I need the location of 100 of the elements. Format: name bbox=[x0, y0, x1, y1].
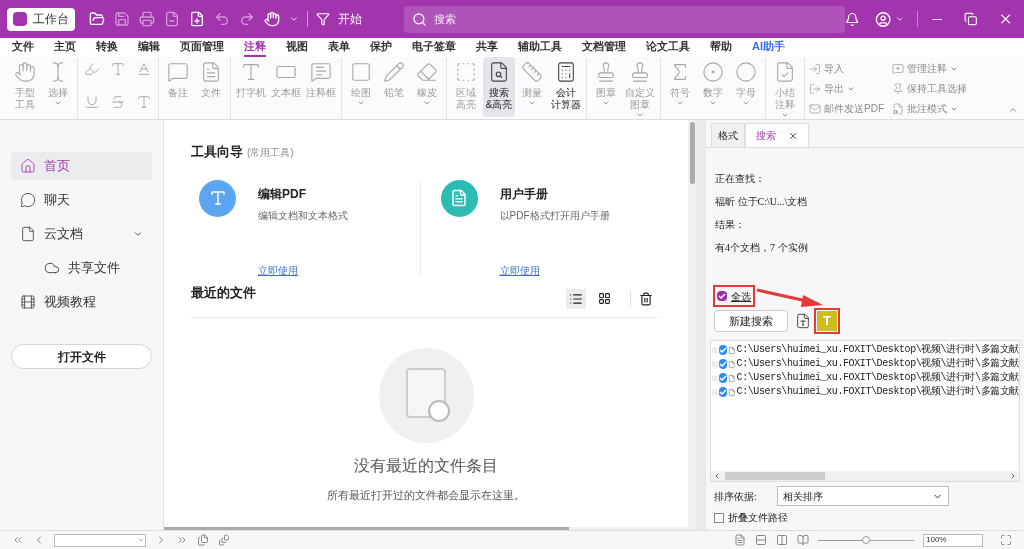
collapse-paths-checkbox[interactable]: 折叠文件路径 bbox=[706, 510, 1024, 525]
checkbox-icon[interactable] bbox=[719, 345, 728, 355]
first-page-icon[interactable] bbox=[12, 534, 24, 546]
empty-title: 没有最近的文件条目 bbox=[354, 455, 498, 476]
fullscreen-icon[interactable] bbox=[1000, 534, 1012, 546]
card-description: 以PDF格式打开用户手册 bbox=[499, 208, 610, 223]
caret-icon[interactable] bbox=[289, 14, 299, 24]
menu-tab[interactable]: 论文工具 bbox=[646, 38, 690, 57]
search-info-text: 有4个文档，7 个实例 bbox=[715, 241, 809, 255]
ribbon-tool[interactable]: 搜索 &高亮 bbox=[483, 57, 515, 117]
sort-label: 排序依据: bbox=[714, 489, 757, 504]
menu-tab[interactable]: 页面管理 bbox=[180, 38, 224, 57]
sort-dropdown[interactable]: 相关排序 bbox=[776, 486, 949, 506]
use-now-link[interactable]: 立即使用 bbox=[499, 262, 610, 278]
text-markup-icon[interactable] bbox=[110, 61, 126, 77]
collapse-icon[interactable] bbox=[1008, 105, 1018, 115]
sidebar-item[interactable]: 共享文件 bbox=[11, 254, 152, 282]
zoom-field[interactable]: 100% bbox=[923, 533, 983, 547]
funnel-icon bbox=[315, 12, 330, 26]
menu-tab[interactable]: 主页 bbox=[54, 38, 76, 57]
scroll-left-icon[interactable] bbox=[713, 472, 721, 480]
ribbon-small-tool[interactable]: 批注模式 bbox=[892, 99, 967, 118]
open-file-button[interactable]: 打开文件 bbox=[11, 344, 152, 369]
ribbon-small-tool[interactable]: 导入 bbox=[809, 59, 884, 78]
document-icon bbox=[20, 226, 36, 242]
trash-icon[interactable] bbox=[639, 291, 653, 306]
result-path[interactable]: C:\Users\huimei_xu.FOXIT\Desktop\视频\进行时\多篇文献 bbox=[736, 372, 1019, 384]
menu-tab[interactable]: AI助手 bbox=[752, 38, 785, 57]
menu-tab[interactable]: 电子签章 bbox=[412, 38, 456, 57]
stamp-icon bbox=[595, 61, 617, 83]
ribbon-small-tool[interactable]: 保持工具选择 bbox=[892, 79, 967, 98]
menu-tab[interactable]: 转换 bbox=[96, 38, 118, 57]
avatar-icon[interactable] bbox=[875, 10, 892, 28]
caret-icon bbox=[357, 99, 365, 107]
dashed-square-icon bbox=[455, 61, 477, 83]
scroll-thumb[interactable] bbox=[725, 472, 825, 480]
menu-tab[interactable]: 帮助 bbox=[710, 38, 732, 57]
panel-tab[interactable]: 格式 bbox=[711, 123, 745, 147]
last-page-icon[interactable] bbox=[176, 534, 188, 546]
sidebar-item[interactable]: 云文档 bbox=[11, 220, 152, 248]
pages-icon[interactable] bbox=[218, 534, 230, 546]
continuous-icon[interactable] bbox=[755, 534, 767, 546]
select-all-checkbox[interactable]: 全选 bbox=[713, 285, 755, 307]
list-view-button[interactable] bbox=[566, 288, 586, 309]
page-field[interactable] bbox=[54, 533, 146, 547]
use-now-link[interactable]: 立即使用 bbox=[258, 262, 348, 278]
sidebar-item[interactable]: 首页 bbox=[11, 152, 152, 180]
restore-icon[interactable] bbox=[964, 12, 978, 26]
new-search-button[interactable]: 新建搜索 bbox=[714, 310, 788, 332]
home-icon bbox=[20, 158, 36, 174]
result-path[interactable]: C:\Users\huimei_xu.FOXIT\Desktop\视频\进行时\多篇文献 bbox=[736, 386, 1019, 398]
two-page-icon[interactable] bbox=[776, 534, 788, 546]
comment-box-icon bbox=[310, 61, 332, 83]
hand-icon[interactable] bbox=[264, 11, 280, 27]
scroll-right-icon[interactable] bbox=[1009, 472, 1017, 480]
text-markup-icon[interactable] bbox=[136, 61, 152, 77]
menu-tab[interactable]: 辅助工具 bbox=[518, 38, 562, 57]
ribbon-small-tool[interactable]: 管理注释 bbox=[892, 59, 967, 78]
sidebar-item[interactable]: 视频教程 bbox=[11, 288, 152, 316]
result-path[interactable]: C:\Users\huimei_xu.FOXIT\Desktop\视频\进行时\多篇文献 bbox=[736, 358, 1019, 370]
text-markup-icon[interactable] bbox=[84, 94, 100, 110]
menu-tab[interactable]: 共享 bbox=[476, 38, 498, 57]
search-info-text: 正在查找： bbox=[715, 172, 766, 186]
section-title: 最近的文件 bbox=[191, 283, 257, 302]
pages-icon[interactable] bbox=[197, 534, 209, 546]
start-button[interactable]: 开始 bbox=[315, 10, 362, 28]
checkbox-icon[interactable] bbox=[719, 387, 728, 397]
menu-tab[interactable]: 保护 bbox=[370, 38, 392, 57]
book-icon[interactable] bbox=[797, 534, 809, 546]
bell-icon[interactable] bbox=[844, 11, 860, 27]
text-markup-icon[interactable] bbox=[84, 61, 100, 77]
document-search-icon bbox=[488, 61, 510, 83]
menu-tab[interactable]: 文档管理 bbox=[582, 38, 626, 57]
folder-icon[interactable] bbox=[89, 11, 105, 27]
menu-tab[interactable]: 文件 bbox=[12, 38, 34, 57]
ribbon-small-tool[interactable]: 邮件发送PDF bbox=[809, 99, 884, 118]
document-check-icon bbox=[774, 61, 796, 83]
single-page-icon[interactable] bbox=[734, 534, 746, 546]
result-path[interactable]: C:\Users\huimei_xu.FOXIT\Desktop\视频\进行时\多篇文献 bbox=[736, 344, 1019, 356]
new-document-icon[interactable] bbox=[189, 11, 205, 27]
checkbox-icon[interactable] bbox=[719, 359, 728, 369]
caret-icon bbox=[528, 99, 536, 107]
menu-tab[interactable]: 表单 bbox=[328, 38, 350, 57]
sidebar-item[interactable]: 聊天 bbox=[11, 186, 152, 214]
ribbon-tool[interactable]: 会计 计算器 bbox=[549, 57, 583, 117]
pdf-file-icon bbox=[728, 372, 736, 384]
panel-tab[interactable]: 搜索 bbox=[745, 123, 809, 147]
circle-icon bbox=[735, 61, 757, 83]
ribbon-small-tool[interactable]: 导出 bbox=[809, 79, 884, 98]
menu-tab[interactable]: 编辑 bbox=[138, 38, 160, 57]
checkbox-icon[interactable] bbox=[719, 373, 728, 383]
home-button[interactable]: 工作台 bbox=[7, 7, 75, 31]
pdf-file-icon bbox=[728, 386, 736, 398]
document-icon[interactable] bbox=[795, 313, 811, 329]
text-markup-icon[interactable] bbox=[136, 94, 152, 110]
close-icon[interactable] bbox=[788, 130, 798, 141]
caret-icon[interactable] bbox=[895, 14, 905, 24]
menu-tab[interactable]: 视图 bbox=[286, 38, 308, 57]
text-markup-icon[interactable] bbox=[110, 94, 126, 110]
caret-icon bbox=[781, 111, 789, 119]
